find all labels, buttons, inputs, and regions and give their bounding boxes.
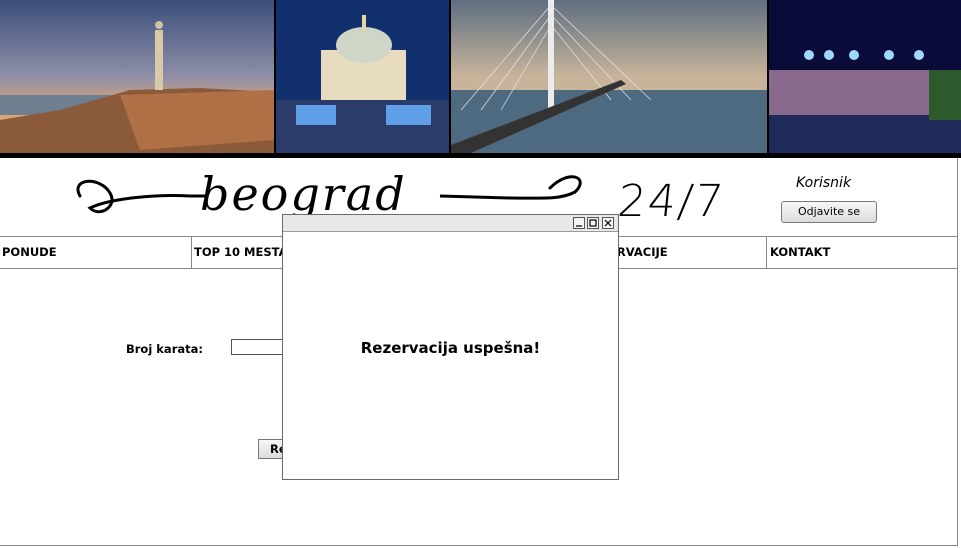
maximize-icon[interactable] [587, 217, 599, 229]
page-frame-bottom [0, 545, 958, 546]
close-icon[interactable] [602, 217, 614, 229]
photo-fortress-sunset [0, 0, 274, 153]
nav-item-ponude[interactable]: PONUDE [0, 237, 191, 268]
logo-suffix: 24/7 [615, 176, 728, 227]
photo-temple-night [276, 0, 449, 153]
minimize-icon[interactable] [573, 217, 585, 229]
photo-bridge-river [451, 0, 767, 153]
reservation-dialog: Rezervacija uspešna! [282, 214, 619, 480]
dialog-titlebar[interactable] [283, 215, 618, 232]
photo-fortress-concert [769, 0, 961, 153]
page-frame-right [957, 158, 958, 546]
logout-button[interactable]: Odjavite se [781, 201, 877, 223]
ticket-count-label: Broj karata: [126, 342, 203, 356]
header-photo-banner [0, 0, 961, 155]
nav-item-kontakt[interactable]: KONTAKT [766, 237, 958, 268]
user-name: Korisnik [796, 175, 852, 191]
logo-text: beograd [200, 167, 407, 221]
dialog-message: Rezervacija uspešna! [360, 339, 541, 357]
